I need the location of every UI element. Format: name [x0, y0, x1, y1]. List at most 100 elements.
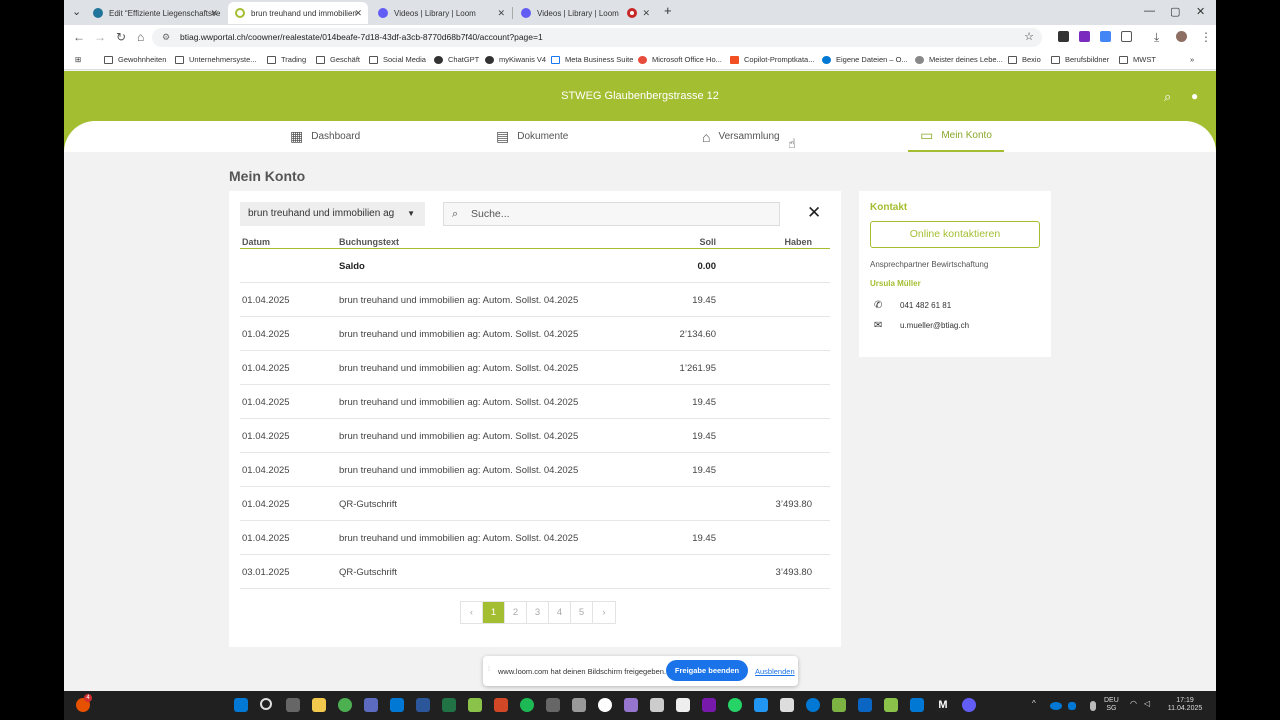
bookmark-unternehmersysteme[interactable]: Unternehmersyste... — [175, 55, 257, 64]
explorer-icon[interactable] — [312, 698, 326, 712]
app-icon[interactable] — [884, 698, 898, 712]
col-buchungstext[interactable]: Buchungstext — [339, 237, 399, 247]
app-icon[interactable]: M — [936, 698, 950, 712]
bookmark-social-media[interactable]: Social Media — [369, 55, 426, 64]
app-icon[interactable] — [650, 698, 664, 712]
site-info-icon[interactable]: ⚙ — [162, 28, 170, 47]
search-input[interactable]: ⌕ Suche... — [443, 202, 780, 226]
table-row[interactable]: 03.01.2025 QR-Gutschrift 3’493.80 — [240, 555, 830, 589]
wifi-icon[interactable]: ◠ — [1130, 700, 1137, 708]
todo-icon[interactable] — [754, 698, 768, 712]
clock[interactable]: 17:19 11.04.2025 — [1164, 697, 1206, 713]
tab-dashboard[interactable]: ▦ Dashboard — [290, 121, 360, 152]
page-1-button[interactable]: 1 — [483, 602, 505, 623]
col-soll[interactable]: Soll — [699, 237, 716, 247]
page-5-button[interactable]: 5 — [571, 602, 593, 623]
app-icon[interactable] — [572, 698, 586, 712]
minimize-icon[interactable]: — — [1144, 5, 1155, 17]
maximize-icon[interactable]: ▢ — [1170, 5, 1180, 18]
table-row[interactable]: 01.04.2025 brun treuhand und immobilien a… — [240, 453, 830, 487]
onedrive-icon[interactable] — [806, 698, 820, 712]
tray-overflow-icon[interactable]: ^ — [1032, 700, 1036, 708]
close-icon[interactable]: ✕ — [497, 8, 505, 19]
bookmark-geschaeft[interactable]: Geschäft — [316, 55, 360, 64]
volume-icon[interactable]: ◁ — [1144, 700, 1150, 708]
bookmark-trading[interactable]: Trading — [267, 55, 306, 64]
table-row[interactable]: 01.04.2025 brun treuhand und immobilien a… — [240, 521, 830, 555]
tab-btiag[interactable]: brun treuhand und immobilien ✕ — [228, 2, 368, 24]
app-icon[interactable] — [624, 698, 638, 712]
table-row[interactable]: 01.04.2025 brun treuhand und immobilien a… — [240, 351, 830, 385]
search-icon[interactable]: ⌕ — [1164, 89, 1171, 105]
bookmark-copilot[interactable]: Copilot-Promptkata... — [730, 55, 814, 64]
whatsapp-icon[interactable] — [728, 698, 742, 712]
page-3-button[interactable]: 3 — [527, 602, 549, 623]
tab-mein-konto[interactable]: ▭ Mein Konto — [908, 121, 1004, 152]
tab-search-icon[interactable]: ⌄ — [72, 5, 81, 18]
bookmark-mykiwanis[interactable]: myKiwanis V4 — [485, 55, 546, 64]
menu-icon[interactable]: ⋮ — [1200, 30, 1212, 44]
more-bookmarks-icon[interactable]: » — [1190, 55, 1194, 64]
microphone-icon[interactable] — [1090, 701, 1096, 711]
col-haben[interactable]: Haben — [784, 237, 812, 247]
next-page-button[interactable]: › — [593, 602, 615, 623]
app-tray-icon[interactable] — [1068, 702, 1076, 710]
page-2-button[interactable]: 2 — [505, 602, 527, 623]
app-icon[interactable] — [780, 698, 794, 712]
linkedin-icon[interactable] — [858, 698, 872, 712]
app-icon[interactable] — [832, 698, 846, 712]
loom-icon[interactable] — [962, 698, 976, 712]
new-tab-button[interactable]: + — [664, 3, 672, 18]
onedrive-tray-icon[interactable] — [1050, 702, 1062, 710]
tab-loom-1[interactable]: Videos | Library | Loom ✕ — [371, 2, 511, 24]
owner-filter-dropdown[interactable]: brun treuhand und immobilien ag ▼ — [240, 202, 425, 226]
extension-icon[interactable] — [1100, 31, 1111, 42]
hide-banner-link[interactable]: Ausblenden — [755, 667, 795, 676]
table-row[interactable]: 01.04.2025 brun treuhand und immobilien a… — [240, 317, 830, 351]
bookmark-mwst[interactable]: MWST — [1119, 55, 1156, 64]
search-icon[interactable] — [260, 698, 272, 710]
outlook-icon[interactable] — [910, 698, 924, 712]
outlook-icon[interactable] — [390, 698, 404, 712]
bookmark-meister[interactable]: Meister deines Lebe... — [915, 55, 1003, 64]
language-indicator[interactable]: DEU SG — [1104, 697, 1119, 713]
tab-wordpress[interactable]: Edit “Effiziente Liegenschaftsve ✕ — [86, 2, 224, 24]
apps-icon[interactable]: ⊞ — [75, 55, 81, 64]
spotify-icon[interactable] — [520, 698, 534, 712]
bookmark-onedrive[interactable]: Eigene Dateien – O... — [822, 55, 908, 64]
tab-versammlung[interactable]: ⌂ Versammlung — [702, 121, 780, 152]
tab-loom-2[interactable]: Videos | Library | Loom — [514, 2, 619, 24]
app-icon[interactable] — [546, 698, 560, 712]
url-bar[interactable]: ⚙ btiag.wwportal.ch/coowner/realestate/0… — [152, 28, 1042, 47]
app-icon[interactable] — [468, 698, 482, 712]
app-icon[interactable] — [676, 698, 690, 712]
bookmark-meta[interactable]: Meta Business Suite — [551, 55, 633, 64]
col-datum[interactable]: Datum — [242, 237, 270, 247]
stop-sharing-button[interactable]: Freigabe beenden — [666, 660, 748, 681]
table-row[interactable]: 01.04.2025 QR-Gutschrift 3’493.80 — [240, 487, 830, 521]
onenote-icon[interactable] — [702, 698, 716, 712]
teams-icon[interactable] — [364, 698, 378, 712]
user-icon[interactable]: ● — [1191, 89, 1198, 103]
close-icon[interactable]: ✕ — [642, 8, 650, 19]
bookmark-bexio[interactable]: Bexio — [1008, 55, 1041, 64]
contact-online-button[interactable]: Online kontaktieren — [870, 221, 1040, 248]
table-row[interactable]: 01.04.2025 brun treuhand und immobilien a… — [240, 283, 830, 317]
bookmark-gewohnheiten[interactable]: Gewohnheiten — [104, 55, 166, 64]
excel-icon[interactable] — [442, 698, 456, 712]
puzzle-icon[interactable] — [1121, 31, 1132, 42]
page-4-button[interactable]: 4 — [549, 602, 571, 623]
home-icon[interactable]: ⌂ — [137, 30, 144, 44]
download-icon[interactable]: ⤓ — [1154, 30, 1159, 45]
table-row[interactable]: 01.04.2025 brun treuhand und immobilien a… — [240, 385, 830, 419]
extension-icon[interactable] — [1058, 31, 1069, 42]
app-icon[interactable] — [598, 698, 612, 712]
window-close-icon[interactable]: ✕ — [1196, 5, 1205, 18]
balance-row[interactable]: Saldo 0.00 — [240, 249, 830, 283]
onenote-icon[interactable] — [1079, 31, 1090, 42]
drag-handle-icon[interactable]: ⁞ — [488, 666, 490, 673]
close-icon[interactable]: ✕ — [210, 8, 218, 19]
bookmark-star-icon[interactable]: ☆ — [1024, 28, 1034, 47]
close-icon[interactable]: ✕ — [354, 8, 362, 19]
powerpoint-icon[interactable] — [494, 698, 508, 712]
